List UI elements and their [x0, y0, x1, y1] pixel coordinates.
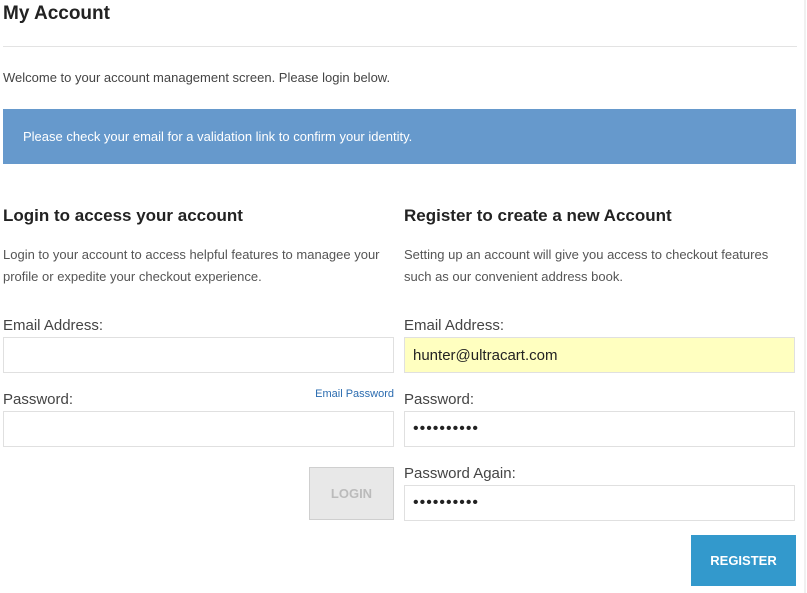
validation-alert-text: Please check your email for a validation… — [23, 129, 413, 144]
scrollbar-edge — [804, 0, 806, 593]
register-email-input[interactable] — [404, 337, 795, 373]
my-account-page: My Account Welcome to your account manag… — [0, 0, 807, 593]
register-button[interactable]: REGISTER — [691, 535, 796, 586]
register-title: Register to create a new Account — [404, 206, 672, 225]
register-password-again-label: Password Again: — [404, 465, 516, 482]
register-password-again-input[interactable] — [404, 485, 795, 521]
title-divider — [3, 46, 797, 47]
email-password-link[interactable]: Email Password — [315, 388, 394, 400]
login-password-label: Password: — [3, 391, 74, 408]
validation-alert: Please check your email for a validation… — [3, 109, 796, 164]
welcome-text: Welcome to your account management scree… — [3, 70, 391, 85]
page-title: My Account — [3, 3, 110, 24]
login-description: Login to your account to access helpful … — [3, 247, 380, 284]
login-email-input[interactable] — [3, 337, 394, 373]
login-title: Login to access your account — [3, 206, 243, 225]
login-section: Login to access your account Login to yo… — [3, 200, 394, 520]
login-email-label: Email Address: — [3, 317, 104, 334]
register-email-label: Email Address: — [404, 317, 505, 334]
register-section: Register to create a new Account Setting… — [404, 200, 796, 586]
login-button[interactable]: LOGIN — [309, 467, 394, 520]
register-password-label: Password: — [404, 391, 475, 408]
login-password-input[interactable] — [3, 411, 394, 447]
register-password-input[interactable] — [404, 411, 795, 447]
register-description: Setting up an account will give you acce… — [404, 247, 769, 284]
